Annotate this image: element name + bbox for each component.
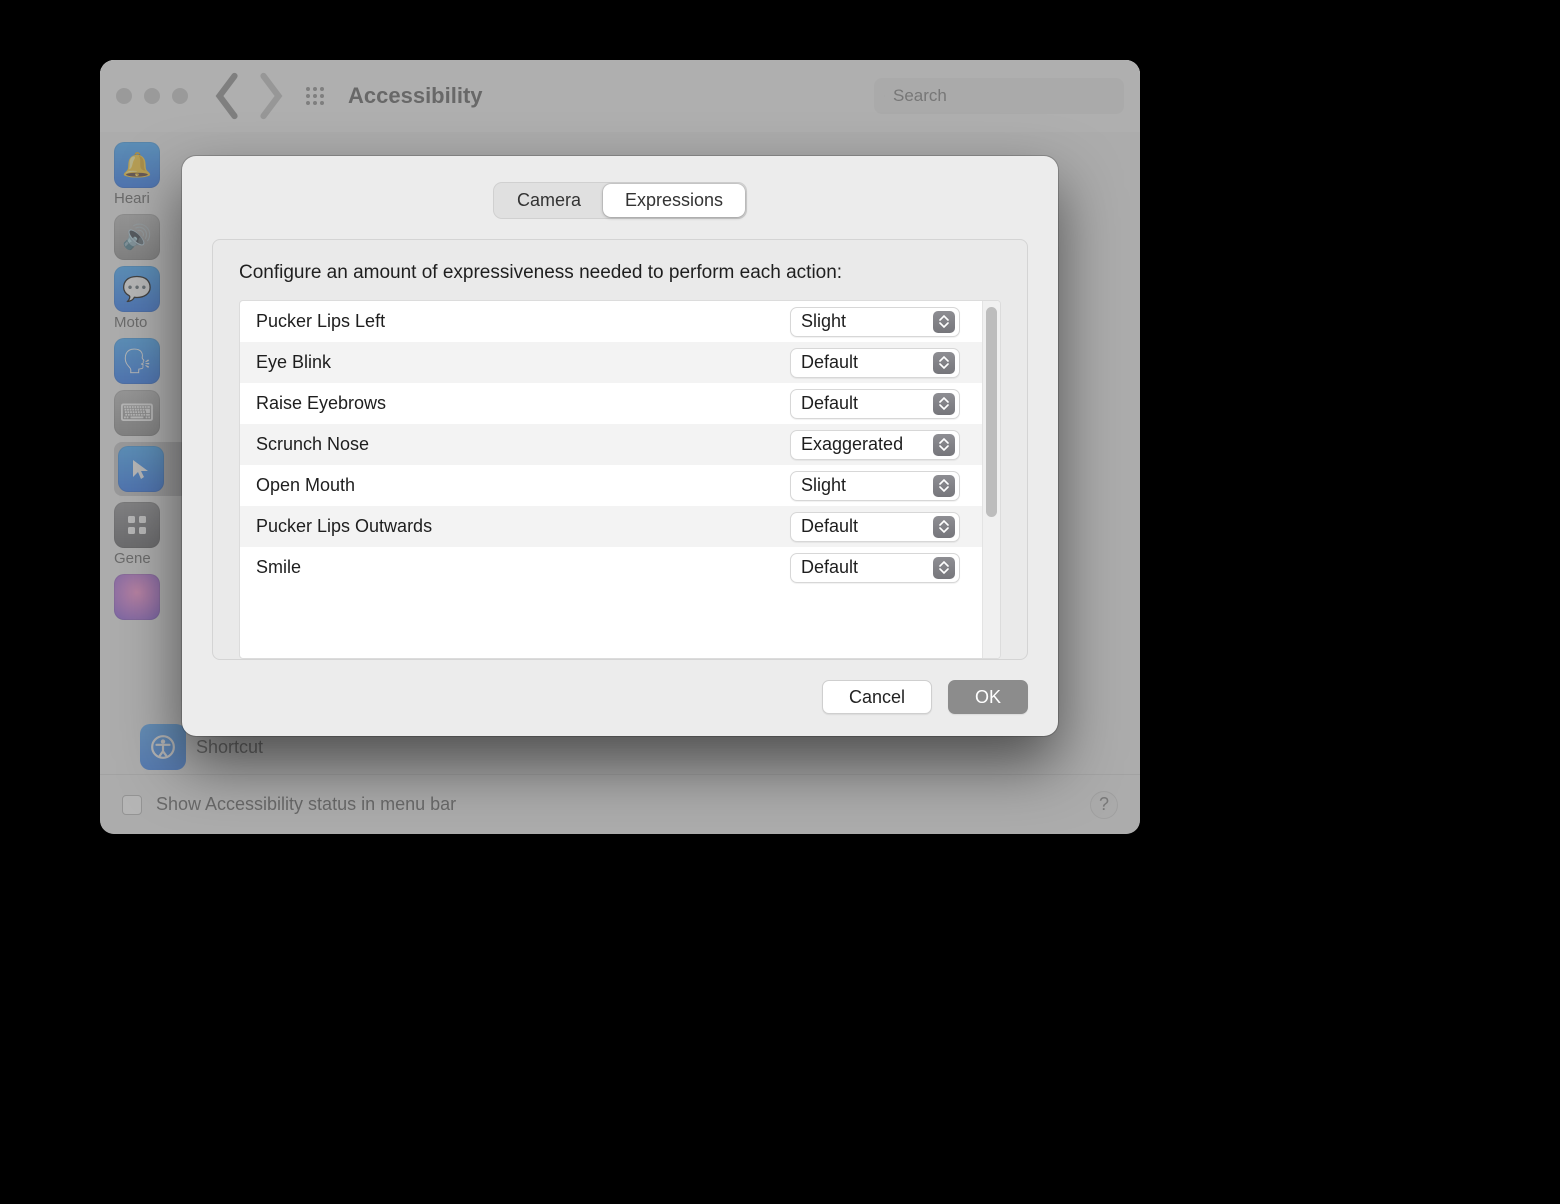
expressiveness-value: Default	[801, 393, 858, 414]
expressiveness-value: Default	[801, 516, 858, 537]
chevron-updown-icon	[933, 557, 955, 579]
minimize-window-button[interactable]	[144, 88, 160, 104]
tab-expressions[interactable]: Expressions	[603, 184, 745, 217]
zoom-window-button[interactable]	[172, 88, 188, 104]
audio-icon[interactable]: 🔊	[114, 214, 160, 260]
expression-name: Eye Blink	[240, 352, 790, 373]
expressiveness-value: Default	[801, 557, 858, 578]
footer: Show Accessibility status in menu bar ?	[100, 774, 1140, 834]
expression-name: Open Mouth	[240, 475, 790, 496]
expressiveness-select[interactable]: Default	[790, 512, 960, 542]
expressiveness-select[interactable]: Default	[790, 389, 960, 419]
cancel-button[interactable]: Cancel	[822, 680, 932, 714]
switch-control-icon[interactable]	[114, 502, 160, 548]
chevron-updown-icon	[933, 311, 955, 333]
window-title: Accessibility	[348, 83, 483, 109]
menubar-status-label: Show Accessibility status in menu bar	[156, 794, 456, 815]
chevron-updown-icon	[933, 516, 955, 538]
help-button[interactable]: ?	[1090, 791, 1118, 819]
scrollbar-thumb[interactable]	[986, 307, 997, 517]
expressiveness-select[interactable]: Slight	[790, 471, 960, 501]
menubar-status-checkbox[interactable]	[122, 795, 142, 815]
sidebar-group-hearing: Heari	[114, 190, 150, 208]
captions-icon[interactable]: 💬	[114, 266, 160, 312]
table-scrollbar[interactable]	[982, 301, 1000, 658]
expressiveness-select[interactable]: Exaggerated	[790, 430, 960, 460]
expression-name: Smile	[240, 557, 790, 578]
window-controls	[116, 88, 188, 104]
sidebar-group-motor: Moto	[114, 314, 147, 332]
search-input[interactable]	[893, 86, 1114, 106]
expressions-sheet: Camera Expressions Configure an amount o…	[182, 156, 1058, 736]
expressiveness-value: Exaggerated	[801, 434, 903, 455]
chevron-updown-icon	[933, 475, 955, 497]
expression-name: Raise Eyebrows	[240, 393, 790, 414]
expressiveness-value: Default	[801, 352, 858, 373]
tab-camera[interactable]: Camera	[495, 184, 603, 217]
expressions-panel: Configure an amount of expressiveness ne…	[212, 239, 1028, 660]
table-row: Smile Default	[240, 547, 982, 588]
forward-button[interactable]	[256, 81, 286, 111]
sidebar-item-label: Shortcut	[196, 737, 263, 758]
chevron-updown-icon	[933, 393, 955, 415]
search-field[interactable]	[874, 78, 1124, 114]
expressions-table: Pucker Lips LeftSlightEye BlinkDefaultRa…	[239, 300, 1001, 659]
ok-button[interactable]: OK	[948, 680, 1028, 714]
back-button[interactable]	[212, 81, 242, 111]
chevron-updown-icon	[933, 352, 955, 374]
keyboard-icon[interactable]: ⌨︎	[114, 390, 160, 436]
table-row: Raise Eyebrows Default	[240, 383, 982, 424]
expressiveness-value: Slight	[801, 311, 846, 332]
accessibility-shortcut-icon	[140, 724, 186, 770]
instruction-text: Configure an amount of expressiveness ne…	[239, 262, 1001, 284]
table-row: Eye Blink Default	[240, 342, 982, 383]
expression-name: Scrunch Nose	[240, 434, 790, 455]
search-icon	[884, 87, 885, 105]
table-row: Pucker Lips Left Slight	[240, 301, 982, 342]
table-row: Open Mouth Slight	[240, 465, 982, 506]
expression-name: Pucker Lips Left	[240, 311, 790, 332]
close-window-button[interactable]	[116, 88, 132, 104]
expressiveness-select[interactable]: Default	[790, 348, 960, 378]
siri-icon[interactable]	[114, 574, 160, 620]
expression-name: Pucker Lips Outwards	[240, 516, 790, 537]
show-all-icon[interactable]	[300, 81, 330, 111]
expressiveness-select[interactable]: Slight	[790, 307, 960, 337]
toolbar: Accessibility	[100, 60, 1140, 132]
pointer-control-icon[interactable]	[118, 446, 164, 492]
chevron-updown-icon	[933, 434, 955, 456]
voice-control-icon[interactable]: 🗣	[114, 338, 160, 384]
table-row: Scrunch Nose Exaggerated	[240, 424, 982, 465]
expressiveness-select[interactable]: Default	[790, 553, 960, 583]
tab-switcher: Camera Expressions	[493, 182, 747, 219]
sidebar-group-general: Gene	[114, 550, 151, 568]
expressiveness-value: Slight	[801, 475, 846, 496]
hearing-icon[interactable]: 🔔	[114, 142, 160, 188]
table-row: Pucker Lips Outwards Default	[240, 506, 982, 547]
